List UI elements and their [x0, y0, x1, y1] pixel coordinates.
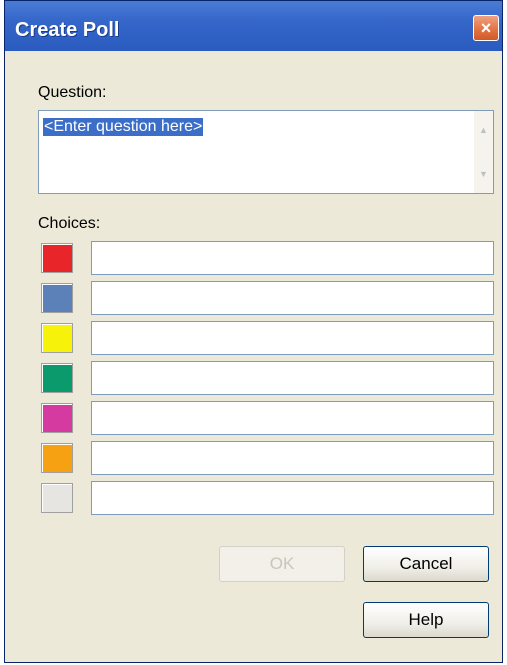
question-placeholder-text: <Enter question here>: [43, 118, 204, 136]
choice-row-4: [41, 361, 495, 395]
choice-row-7: [41, 481, 495, 515]
scroll-down-icon[interactable]: ▼: [476, 167, 491, 182]
close-button[interactable]: ×: [473, 15, 499, 41]
choice-color-swatch-2[interactable]: [41, 283, 73, 313]
ok-button[interactable]: OK: [219, 546, 345, 582]
title-bar[interactable]: Create Poll ×: [5, 1, 502, 51]
cancel-button[interactable]: Cancel: [363, 546, 489, 582]
question-scrollbar[interactable]: ▲ ▼: [474, 111, 493, 193]
choice-input-2[interactable]: [91, 281, 494, 315]
choices-label: Choices:: [38, 215, 101, 232]
choice-input-3[interactable]: [91, 321, 494, 355]
choice-input-6[interactable]: [91, 441, 494, 475]
choice-color-swatch-1[interactable]: [41, 243, 73, 273]
dialog-title: Create Poll: [15, 19, 120, 41]
create-poll-dialog: Create Poll × Question: <Enter question …: [4, 0, 503, 663]
choice-input-7[interactable]: [91, 481, 494, 515]
question-label: Question:: [38, 84, 107, 101]
choice-color-swatch-4[interactable]: [41, 363, 73, 393]
choice-color-swatch-3[interactable]: [41, 323, 73, 353]
choice-row-3: [41, 321, 495, 355]
choice-color-swatch-6[interactable]: [41, 443, 73, 473]
help-button[interactable]: Help: [363, 602, 489, 638]
scroll-up-icon[interactable]: ▲: [476, 123, 491, 138]
choice-row-5: [41, 401, 495, 435]
choice-input-5[interactable]: [91, 401, 494, 435]
question-textarea[interactable]: <Enter question here> ▲ ▼: [38, 110, 494, 194]
choice-input-4[interactable]: [91, 361, 494, 395]
choice-row-2: [41, 281, 495, 315]
choice-row-6: [41, 441, 495, 475]
choice-color-swatch-7[interactable]: [41, 483, 73, 513]
close-icon: ×: [480, 18, 492, 38]
choice-input-1[interactable]: [91, 241, 494, 275]
choice-row-1: [41, 241, 495, 275]
choice-color-swatch-5[interactable]: [41, 403, 73, 433]
